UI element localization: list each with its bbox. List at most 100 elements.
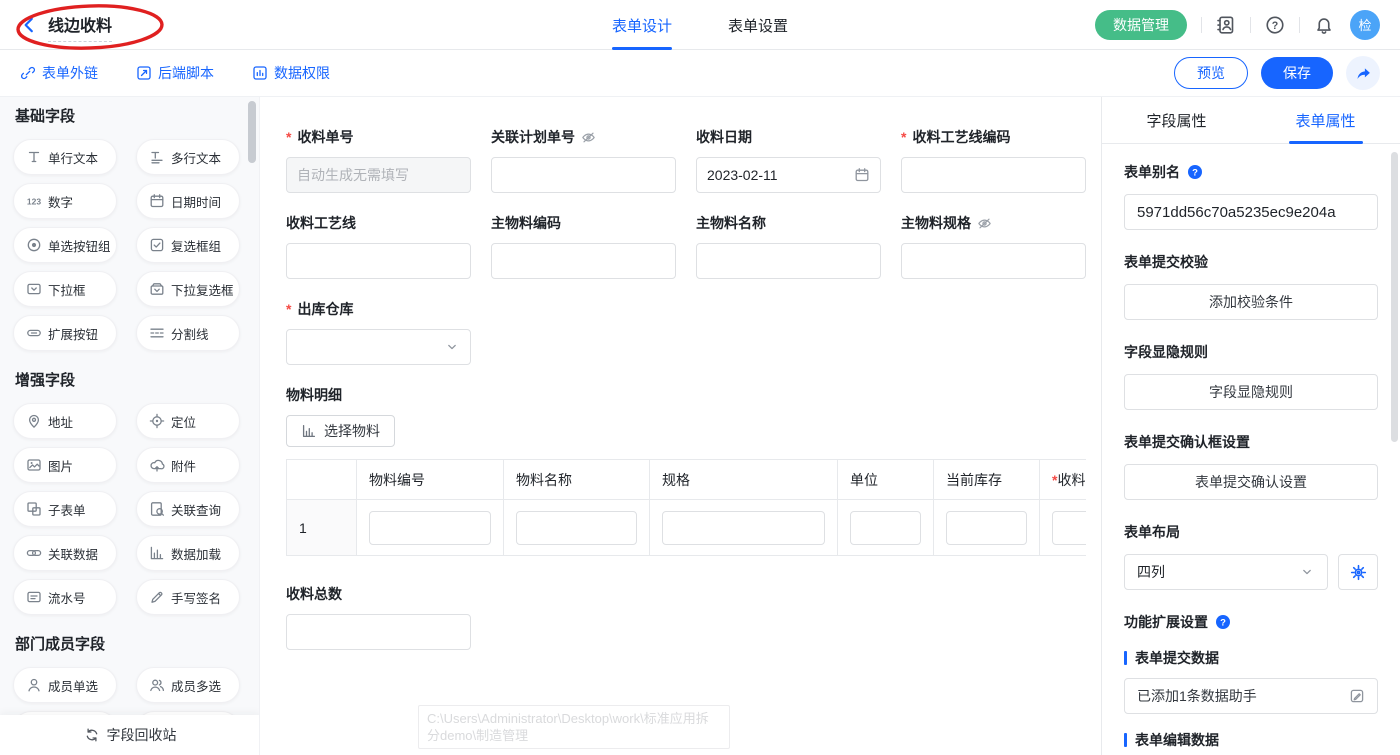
- form-external-link[interactable]: 表单外链: [20, 63, 98, 83]
- field-pill-图片[interactable]: 图片: [13, 447, 117, 483]
- field-pill-下拉框[interactable]: 下拉框: [13, 271, 117, 307]
- gear-icon: [1350, 564, 1367, 581]
- eye-off-icon: [581, 130, 596, 145]
- layout-settings-button[interactable]: [1338, 554, 1378, 590]
- field-input[interactable]: [901, 243, 1086, 279]
- subtable-cell: [357, 500, 504, 556]
- field-pill-分割线[interactable]: 分割线: [136, 315, 240, 351]
- field-pill-数据加载[interactable]: 数据加载: [136, 535, 240, 571]
- sidebar-scrollbar[interactable]: [248, 101, 256, 163]
- date-field[interactable]: 2023-02-11: [696, 157, 881, 193]
- data-manage-button[interactable]: 数据管理: [1095, 10, 1187, 40]
- field-pill-复选框组[interactable]: 复选框组: [136, 227, 240, 263]
- accent-bar: [1124, 733, 1127, 747]
- field-pill-数字[interactable]: 123数字: [13, 183, 117, 219]
- field-input[interactable]: [286, 157, 471, 193]
- preview-button[interactable]: 预览: [1174, 57, 1248, 89]
- back-button[interactable]: [20, 16, 38, 34]
- layout-select[interactable]: 四列: [1124, 554, 1328, 590]
- field-pill-下拉复选框[interactable]: 下拉复选框: [136, 271, 240, 307]
- backend-script-link[interactable]: 后端脚本: [136, 63, 214, 83]
- add-validation-button[interactable]: 添加校验条件: [1124, 284, 1378, 320]
- extension-settings-label: 功能扩展设置?: [1124, 612, 1378, 632]
- tab-form-settings[interactable]: 表单设置: [728, 0, 788, 50]
- tab-form-properties[interactable]: 表单属性: [1251, 97, 1400, 143]
- sidebar-section-title: 增强字段: [15, 371, 259, 391]
- form-row: *收料单号关联计划单号收料日期2023-02-11*收料工艺线编码: [286, 127, 1101, 193]
- field-pill-label: 关联查询: [171, 500, 221, 519]
- signature-icon: [149, 589, 165, 605]
- question-icon[interactable]: ?: [1187, 164, 1203, 180]
- field-visibility-button[interactable]: 字段显隐规则: [1124, 374, 1378, 410]
- field-pill-附件[interactable]: 附件: [136, 447, 240, 483]
- recycle-icon: [84, 727, 100, 743]
- field-pill-关联数据[interactable]: 关联数据: [13, 535, 117, 571]
- field-pill-定位[interactable]: 定位: [136, 403, 240, 439]
- subtable-column-header: [287, 460, 357, 500]
- field-pill-流水号[interactable]: 流水号: [13, 579, 117, 615]
- field-input[interactable]: [286, 243, 471, 279]
- header-tabs: 表单设计 表单设置: [612, 0, 788, 50]
- form-row: *出库仓库: [286, 299, 1101, 365]
- field-pill-日期时间[interactable]: 日期时间: [136, 183, 240, 219]
- subtable-column-header: 物料编号: [357, 460, 504, 500]
- subtable-cell-input[interactable]: [1052, 511, 1086, 545]
- field-pill-关联查询[interactable]: 关联查询: [136, 491, 240, 527]
- field-pill-单行文本[interactable]: 单行文本: [13, 139, 117, 175]
- field-recycle-bin[interactable]: 字段回收站: [0, 715, 260, 755]
- panel-scrollbar[interactable]: [1391, 152, 1398, 442]
- field-pill-地址[interactable]: 地址: [13, 403, 117, 439]
- serial-icon: [26, 589, 42, 605]
- share-button[interactable]: [1346, 56, 1380, 90]
- subtable-row: 1: [287, 500, 1087, 556]
- subtable-cell-input[interactable]: [850, 511, 921, 545]
- field-library-sidebar: 基础字段单行文本多行文本123数字日期时间单选按钮组复选框组下拉框下拉复选框扩展…: [0, 97, 260, 755]
- field-pill-扩展按钮[interactable]: 扩展按钮: [13, 315, 117, 351]
- field-label: *收料工艺线编码: [901, 127, 1086, 147]
- field-pill-成员多选[interactable]: 成员多选: [136, 667, 240, 703]
- link-icon: [20, 65, 36, 81]
- subtable-cell-input[interactable]: [662, 511, 825, 545]
- field-input[interactable]: [696, 243, 881, 279]
- question-icon[interactable]: ?: [1215, 614, 1231, 630]
- field-pill-多行文本[interactable]: 多行文本: [136, 139, 240, 175]
- field-label: 主物料编码: [491, 213, 676, 233]
- form-toolbar: 表单外链 后端脚本 数据权限 预览 保存: [0, 50, 1400, 97]
- eye-off-icon: [977, 216, 992, 231]
- notification-bell-icon[interactable]: [1314, 15, 1334, 35]
- subtable-cell-input[interactable]: [369, 511, 491, 545]
- data-permission-link[interactable]: 数据权限: [252, 63, 330, 83]
- select-material-button[interactable]: 选择物料: [286, 415, 395, 447]
- subtable-cell-input[interactable]: [946, 511, 1027, 545]
- select-field[interactable]: [286, 329, 471, 365]
- form-alias-input[interactable]: [1124, 194, 1378, 230]
- total-field-input[interactable]: [286, 614, 471, 650]
- text-single-icon: [26, 149, 42, 165]
- field-pill-成员单选[interactable]: 成员单选: [13, 667, 117, 703]
- help-icon[interactable]: ?: [1265, 15, 1285, 35]
- page-title: 线边收料: [48, 12, 112, 42]
- form-field: 收料工艺线: [286, 213, 471, 279]
- form-field: 主物料编码: [491, 213, 676, 279]
- submit-data-box[interactable]: 已添加1条数据助手: [1124, 678, 1378, 714]
- tab-field-properties[interactable]: 字段属性: [1102, 97, 1251, 143]
- field-pill-子表单[interactable]: 子表单: [13, 491, 117, 527]
- field-label: *出库仓库: [286, 299, 471, 319]
- field-pill-手写签名[interactable]: 手写签名: [136, 579, 240, 615]
- field-pill-label: 成员多选: [171, 676, 221, 695]
- properties-panel: 字段属性 表单属性 表单别名? 表单提交校验 添加校验条件 字段显隐规则 字段显…: [1101, 97, 1400, 755]
- avatar[interactable]: 检: [1350, 10, 1380, 40]
- submit-confirm-button[interactable]: 表单提交确认设置: [1124, 464, 1378, 500]
- field-input[interactable]: [491, 243, 676, 279]
- field-input[interactable]: [901, 157, 1086, 193]
- edit-icon[interactable]: [1349, 688, 1365, 704]
- subtable-cell-input[interactable]: [516, 511, 637, 545]
- form-field: *出库仓库: [286, 299, 471, 365]
- contacts-icon[interactable]: [1216, 15, 1236, 35]
- required-asterisk: *: [286, 127, 291, 147]
- save-button[interactable]: 保存: [1261, 57, 1333, 89]
- field-pill-单选按钮组[interactable]: 单选按钮组: [13, 227, 117, 263]
- subtable-cell: [934, 500, 1040, 556]
- field-input[interactable]: [491, 157, 676, 193]
- tab-form-design[interactable]: 表单设计: [612, 0, 672, 50]
